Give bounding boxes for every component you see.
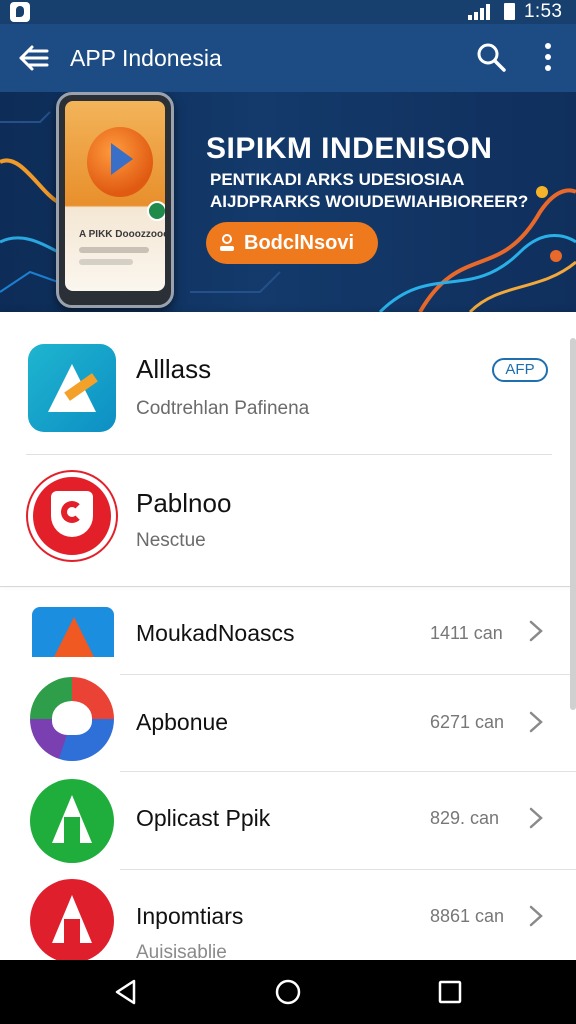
nav-back-icon[interactable] bbox=[110, 976, 142, 1008]
notification-app-icon bbox=[10, 2, 30, 22]
promo-banner[interactable]: A PIKK Dooozzooo SIPIKM INDENISON PENTIK… bbox=[0, 92, 576, 312]
nav-home-icon[interactable] bbox=[272, 976, 304, 1008]
phone-app-logo bbox=[87, 127, 153, 197]
list-item-title: Apbonue bbox=[136, 709, 229, 735]
banner-cta-button[interactable]: BodclNsovi bbox=[206, 222, 378, 264]
list-item-size: 8861 can bbox=[430, 906, 505, 926]
status-bar: 1:53 bbox=[0, 0, 576, 24]
back-arrow-icon[interactable] bbox=[14, 38, 54, 78]
chevron-right-icon bbox=[529, 620, 543, 642]
list-item[interactable]: MoukadNoascs 1411 can bbox=[0, 587, 576, 675]
app-icon[interactable] bbox=[28, 472, 116, 560]
list-item-title: Inpomtiars bbox=[136, 903, 244, 929]
featured-app-subtitle: Nesctue bbox=[136, 530, 206, 551]
battery-icon bbox=[504, 3, 515, 20]
more-vert-icon[interactable] bbox=[534, 40, 562, 74]
banner-subline: PENTIKADI ARKS UDESIOSIAA bbox=[210, 170, 465, 189]
scrollbar[interactable] bbox=[570, 338, 576, 710]
phone-illustration: A PIKK Dooozzooo bbox=[56, 92, 174, 308]
featured-app-title[interactable]: Alllass bbox=[136, 354, 211, 385]
list-item-title: MoukadNoascs bbox=[136, 620, 295, 646]
shield-icon bbox=[51, 491, 93, 537]
featured-card: Alllass Codtrehlan Pafinena AFP Pablnoo … bbox=[0, 312, 576, 587]
status-time: 1:53 bbox=[524, 1, 563, 22]
featured-app-subtitle: Codtrehlan Pafinena bbox=[136, 398, 310, 419]
chevron-right-icon bbox=[529, 905, 543, 927]
phone-screen: A PIKK Dooozzooo bbox=[65, 101, 165, 291]
banner-subline: AIJDPRARKS WOIUDEWIAHBIOREER? bbox=[210, 192, 529, 211]
app-icon[interactable] bbox=[28, 344, 116, 432]
featured-app-title[interactable]: Pablnoo bbox=[136, 488, 231, 519]
app-bar: APP Indonesia bbox=[0, 24, 576, 92]
app-icon bbox=[32, 607, 114, 657]
chevron-right-icon bbox=[529, 807, 543, 829]
app-icon bbox=[30, 677, 114, 761]
phone-badge-icon bbox=[147, 201, 165, 221]
divider bbox=[26, 454, 552, 455]
phone-screen-text: A PIKK Dooozzooo bbox=[79, 229, 165, 240]
list-item-size: 829. can bbox=[430, 808, 500, 828]
app-icon bbox=[30, 879, 114, 963]
app-screen: 1:53 APP Indonesia A PIKK Dooozzooo SIPI… bbox=[0, 0, 576, 1024]
list-item-size: 1411 can bbox=[430, 623, 503, 643]
banner-headline: SIPIKM INDENISON bbox=[206, 132, 493, 165]
signal-icon bbox=[468, 4, 490, 20]
list-item[interactable]: Inpomtiars 8861 can Auisisablie bbox=[0, 870, 576, 963]
list-item[interactable]: Apbonue 6271 can bbox=[0, 675, 576, 772]
page-title: APP Indonesia bbox=[70, 45, 222, 71]
list-item[interactable]: Oplicast Ppik 829. can bbox=[0, 772, 576, 870]
nav-recents-icon[interactable] bbox=[434, 976, 466, 1008]
phone-screen-line bbox=[79, 247, 149, 253]
banner-cta-label: BodclNsovi bbox=[244, 231, 355, 254]
app-badge[interactable]: AFP bbox=[492, 358, 548, 382]
search-icon[interactable] bbox=[474, 40, 508, 74]
phone-screen-line bbox=[79, 259, 133, 265]
user-icon bbox=[220, 234, 234, 252]
list-item-size: 6271 can bbox=[430, 712, 505, 732]
list-item-title: Oplicast Ppik bbox=[136, 805, 271, 831]
chevron-right-icon bbox=[529, 711, 543, 733]
app-icon bbox=[30, 779, 114, 863]
system-nav-bar bbox=[0, 960, 576, 1024]
